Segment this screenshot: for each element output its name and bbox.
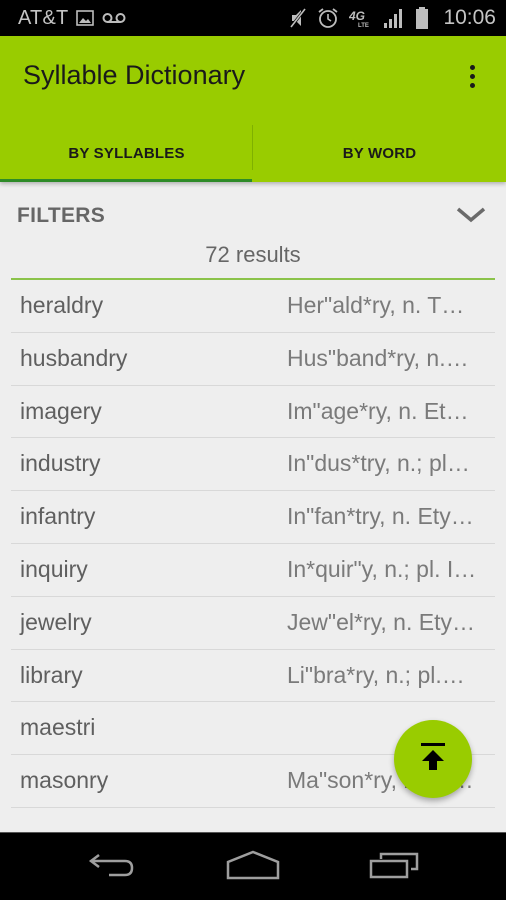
list-item[interactable]: infantry In"fan*try, n. Ety…: [11, 491, 495, 544]
app-bar: Syllable Dictionary BY SYLLABLES BY WORD: [0, 36, 506, 182]
tab-by-syllables[interactable]: BY SYLLABLES: [0, 125, 253, 182]
tab-by-word[interactable]: BY WORD: [253, 125, 506, 182]
word: heraldry: [20, 292, 104, 318]
word: jewelry: [20, 608, 92, 635]
word: library: [20, 661, 83, 688]
more-vert-icon: [469, 64, 475, 70]
tab-label: BY SYLLABLES: [68, 145, 185, 162]
word: imagery: [20, 397, 102, 424]
tab-label: BY WORD: [342, 145, 417, 162]
4g-lte-icon: 4G LTE: [349, 8, 373, 28]
back-button[interactable]: [72, 833, 152, 900]
voicemail-icon: [102, 12, 126, 24]
navigation-bar: [0, 832, 506, 900]
svg-text:LTE: LTE: [358, 23, 369, 28]
definition-preview: Her"ald*ry, n. T…: [287, 292, 465, 318]
definition-preview: In"dus*try, n.; pl…: [287, 450, 470, 477]
carrier-name: AT&T: [18, 6, 69, 29]
list-item[interactable]: library Li"bra*ry, n.; pl.…: [11, 650, 495, 703]
home-icon: [226, 850, 280, 885]
list-item[interactable]: husbandry Hus"band*ry, n.…: [11, 333, 495, 386]
definition-preview: Hus"band*ry, n.…: [287, 344, 469, 371]
list-item[interactable]: imagery Im"age*ry, n. Et…: [11, 386, 495, 439]
signal-icon: [383, 7, 405, 29]
list-item[interactable]: inquiry In*quir"y, n.; pl. I…: [11, 544, 495, 597]
list-item[interactable]: jewelry Jew"el*ry, n. Ety…: [11, 597, 495, 650]
word: industry: [20, 450, 101, 477]
list-item[interactable]: industry In"dus*try, n.; pl…: [11, 438, 495, 492]
more-options-button[interactable]: [460, 60, 484, 92]
word: inquiry: [20, 555, 88, 582]
recent-apps-button[interactable]: [355, 833, 435, 900]
mute-icon: [289, 7, 307, 29]
filters-header[interactable]: FILTERS: [17, 204, 105, 228]
word: masonry: [20, 767, 109, 794]
clock: 10:06: [443, 6, 496, 29]
definition-preview: In"fan*try, n. Ety…: [287, 503, 474, 530]
results-count: 72 results: [205, 242, 301, 267]
back-icon: [87, 851, 137, 884]
app-title: Syllable Dictionary: [23, 60, 246, 90]
definition-preview: In*quir"y, n.; pl. I…: [287, 555, 477, 582]
tab-divider: [252, 125, 253, 170]
alarm-icon: [317, 7, 339, 29]
word: husbandry: [20, 344, 128, 371]
word: infantry: [20, 503, 96, 530]
definition-preview: Li"bra*ry, n.; pl.…: [287, 661, 465, 688]
tab-indicator: [0, 179, 252, 182]
more-vert-icon-dot: [469, 73, 475, 79]
status-right: 4G LTE 10:06: [289, 0, 496, 36]
image-icon: [76, 10, 95, 26]
tab-bar: BY SYLLABLES BY WORD: [0, 125, 506, 182]
scroll-to-top-icon: [420, 742, 446, 777]
recent-apps-icon: [369, 851, 421, 884]
scroll-to-top-button[interactable]: [394, 720, 472, 798]
status-bar: AT&T 4G LTE 10:06: [0, 0, 506, 36]
battery-icon: [415, 6, 429, 30]
more-vert-icon-dot: [469, 82, 475, 88]
list-item[interactable]: heraldry Her"ald*ry, n. T…: [11, 280, 495, 333]
definition-preview: Im"age*ry, n. Et…: [287, 397, 469, 424]
definition-preview: Jew"el*ry, n. Ety…: [287, 608, 475, 635]
chevron-down-icon[interactable]: [456, 206, 486, 224]
home-button[interactable]: [213, 833, 293, 900]
word: maestri: [20, 714, 96, 741]
status-left: AT&T: [18, 0, 126, 36]
svg-text:4G: 4G: [349, 9, 365, 23]
